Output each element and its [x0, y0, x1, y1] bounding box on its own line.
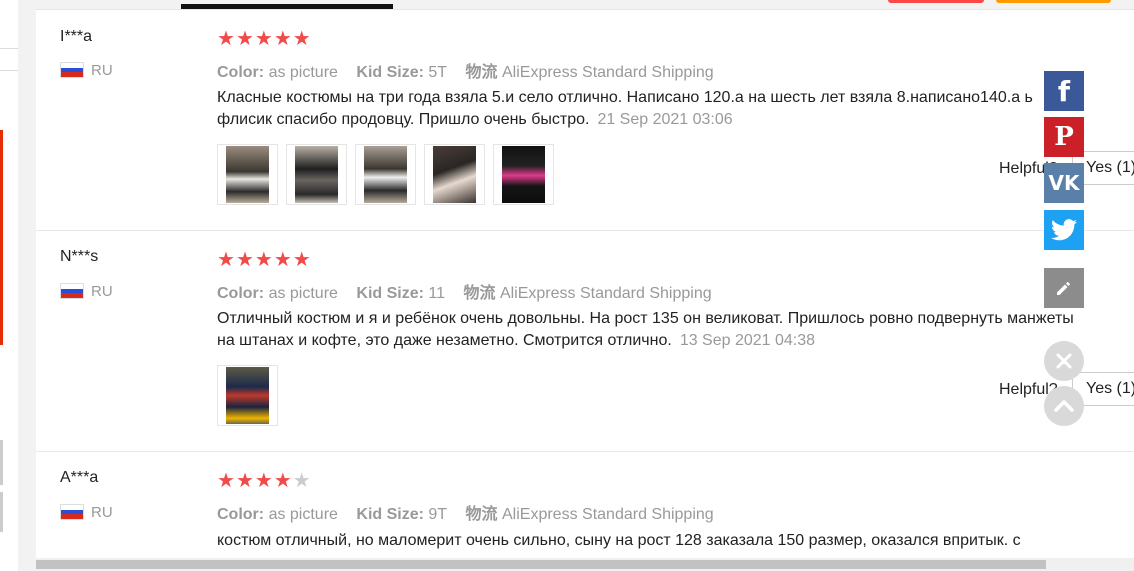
- star-icon: ★: [273, 470, 293, 492]
- twitter-icon: [1051, 219, 1077, 241]
- star-rating: ★★★★★: [217, 471, 312, 491]
- left-sidebar-edge: [0, 0, 18, 571]
- star-icon: ★: [217, 470, 236, 492]
- star-icon: ★: [292, 28, 312, 50]
- color-value: as picture: [268, 64, 338, 81]
- star-rating: ★★★★★: [217, 29, 312, 49]
- size-value: 5T: [428, 64, 448, 81]
- scrollbar-thumb[interactable]: [36, 560, 1046, 569]
- reviewer-name: A***a: [60, 469, 99, 486]
- star-icon: ★: [235, 28, 255, 50]
- review-item: I***a RU ★★★★★ Color: as picture Kid Siz…: [36, 10, 1134, 231]
- shipping-label: 物流: [465, 506, 498, 523]
- add-to-cart-button-edge[interactable]: [996, 0, 1111, 3]
- review-date: 13 Sep 2021 04:38: [679, 332, 816, 349]
- review-body: Отличный костюм и я и ребёнок очень дово…: [217, 310, 1074, 349]
- review-item: A***a RU ★★★★★ Color: as picture Kid Siz…: [36, 452, 1134, 558]
- star-icon: ★: [273, 28, 293, 50]
- close-share-button[interactable]: [1044, 341, 1084, 381]
- star-icon: ★: [254, 470, 274, 492]
- russia-flag-icon: [60, 283, 84, 299]
- size-value: 11: [428, 285, 446, 302]
- reviewer-country: RU: [91, 504, 113, 521]
- review-photos: [217, 365, 286, 426]
- shipping-label: 物流: [463, 285, 496, 302]
- star-icon: ★: [273, 249, 293, 271]
- russia-flag-icon: [60, 62, 84, 78]
- edit-button[interactable]: [1044, 268, 1084, 308]
- review-photo[interactable]: [286, 144, 347, 205]
- vk-share-button[interactable]: VK: [1044, 163, 1084, 203]
- horizontal-scrollbar[interactable]: [36, 558, 1134, 571]
- star-icon: ★: [235, 470, 255, 492]
- shipping-label: 物流: [465, 64, 498, 81]
- review-text: костюм отличный, но маломерит очень силь…: [217, 530, 1087, 552]
- review-text: Класные костюмы на три года взяла 5.и се…: [217, 87, 1087, 131]
- size-label: Kid Size:: [356, 285, 424, 302]
- reviewer-name: I***a: [60, 28, 93, 45]
- reviewer-country: RU: [91, 62, 113, 79]
- star-icon: ★: [217, 249, 236, 271]
- russia-flag-icon: [60, 504, 84, 520]
- twitter-share-button[interactable]: [1044, 210, 1084, 250]
- reviewer-country: RU: [91, 283, 113, 300]
- scroll-to-top-button[interactable]: [1044, 386, 1084, 426]
- shipping-value: AliExpress Standard Shipping: [502, 64, 714, 81]
- buy-now-button-edge[interactable]: [888, 0, 984, 3]
- review-item: N***s RU ★★★★★ Color: as picture Kid Siz…: [36, 231, 1134, 452]
- size-label: Kid Size:: [356, 64, 424, 81]
- review-photo[interactable]: [493, 144, 554, 205]
- review-photo[interactable]: [217, 365, 278, 426]
- size-label: Kid Size:: [356, 506, 424, 523]
- shipping-value: AliExpress Standard Shipping: [499, 285, 712, 302]
- color-value: as picture: [268, 285, 338, 302]
- active-tab-underline[interactable]: [181, 4, 393, 9]
- star-icon: ★: [254, 249, 274, 271]
- pinterest-icon: P: [1054, 122, 1074, 152]
- star-icon: ★: [292, 249, 312, 271]
- chevron-up-icon: [1054, 400, 1074, 412]
- review-attributes: Color: as picture Kid Size: 9T 物流 AliExp…: [217, 500, 728, 524]
- star-rating: ★★★★★: [217, 250, 312, 270]
- facebook-share-button[interactable]: f: [1044, 71, 1084, 111]
- star-icon: ★: [235, 249, 255, 271]
- facebook-icon: f: [1057, 74, 1071, 108]
- review-photos: [217, 144, 562, 205]
- review-photo[interactable]: [217, 144, 278, 205]
- review-text: Отличный костюм и я и ребёнок очень дово…: [217, 308, 1087, 352]
- review-body: костюм отличный, но маломерит очень силь…: [217, 532, 1021, 549]
- star-icon: ★: [254, 28, 274, 50]
- pencil-icon: [1057, 282, 1070, 295]
- star-empty-icon: ★: [292, 470, 312, 492]
- review-attributes: Color: as picture Kid Size: 5T 物流 AliExp…: [217, 58, 728, 82]
- shipping-value: AliExpress Standard Shipping: [502, 506, 714, 523]
- review-date: 21 Sep 2021 03:06: [597, 111, 733, 128]
- pinterest-share-button[interactable]: P: [1044, 117, 1084, 157]
- reviewer-name: N***s: [60, 248, 99, 265]
- color-value: as picture: [268, 506, 338, 523]
- size-value: 9T: [428, 506, 448, 523]
- vk-icon: VK: [1048, 171, 1080, 195]
- star-icon: ★: [217, 28, 236, 50]
- active-indicator: [0, 130, 3, 345]
- review-photo[interactable]: [355, 144, 416, 205]
- color-label: Color:: [217, 64, 265, 81]
- review-photo[interactable]: [424, 144, 485, 205]
- review-attributes: Color: as picture Kid Size: 11 物流 AliExp…: [217, 279, 726, 303]
- close-icon: [1056, 353, 1072, 369]
- color-label: Color:: [217, 506, 265, 523]
- color-label: Color:: [217, 285, 265, 302]
